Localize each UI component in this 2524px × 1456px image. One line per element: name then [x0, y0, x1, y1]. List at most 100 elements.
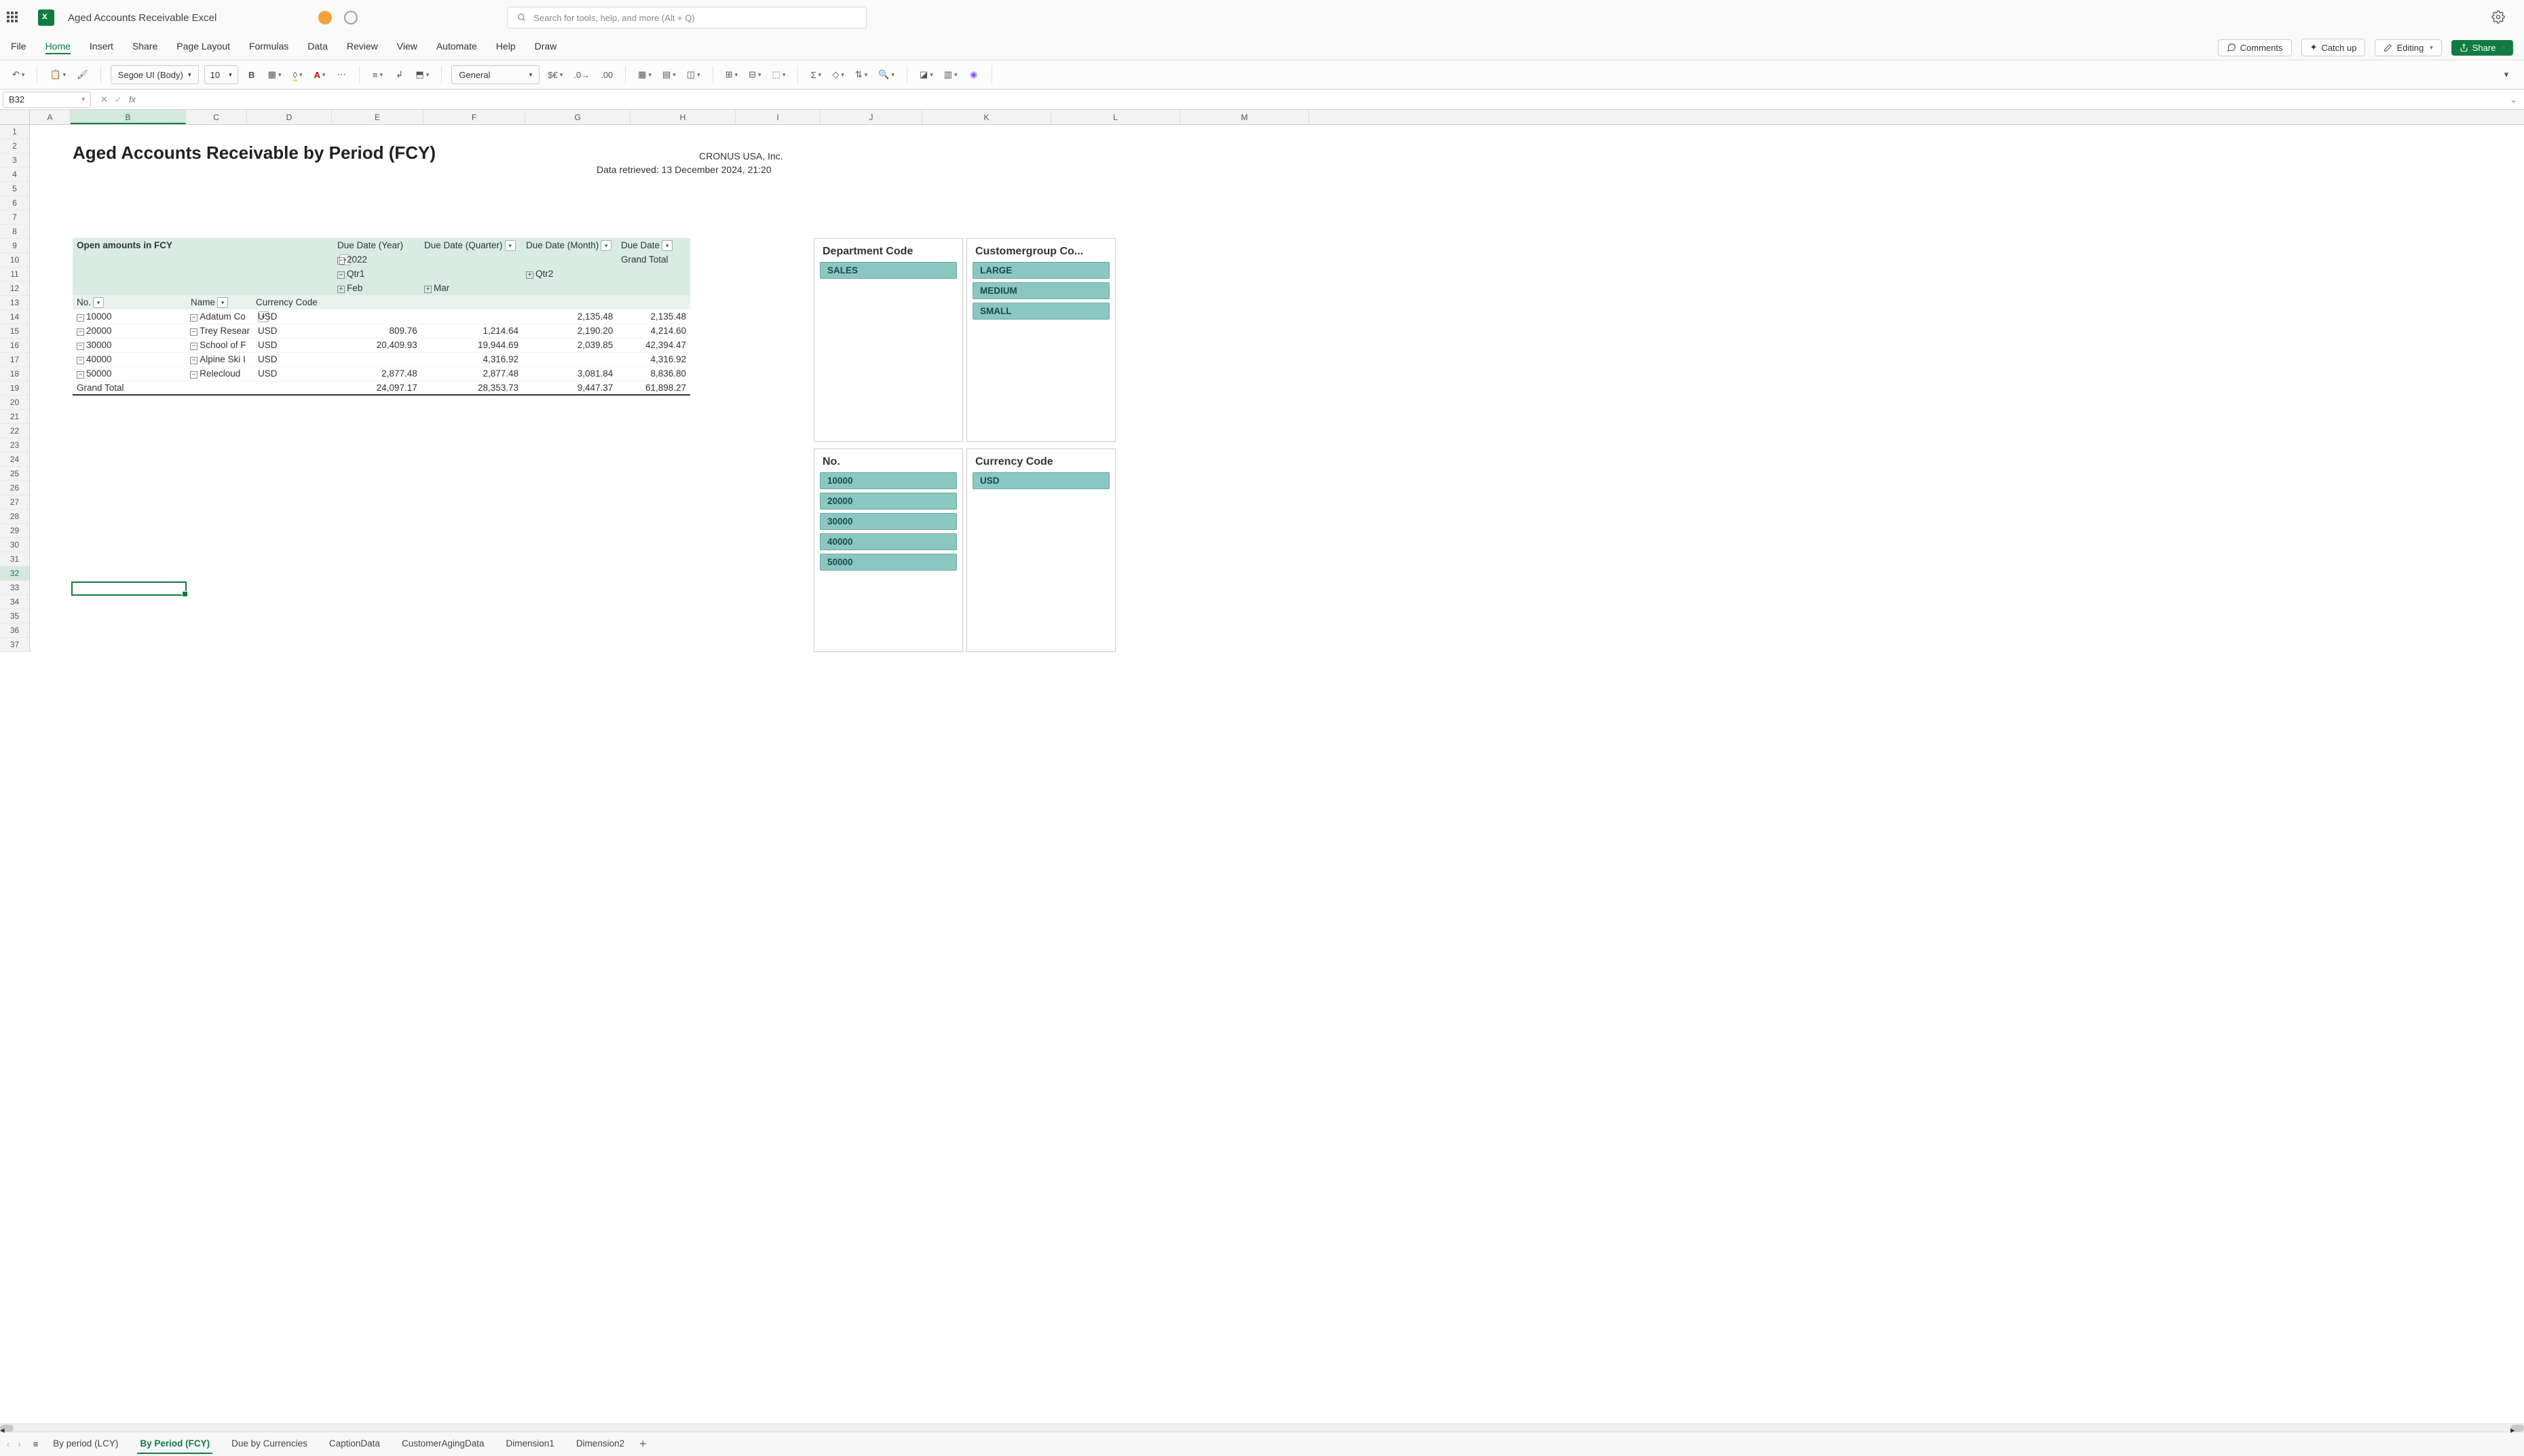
more-font-button[interactable]: ⋯: [333, 65, 350, 84]
row-header[interactable]: 9: [0, 239, 29, 253]
row-header[interactable]: 22: [0, 424, 29, 438]
row-header[interactable]: 26: [0, 481, 29, 495]
app-launcher-icon[interactable]: [7, 12, 19, 24]
menu-tab-review[interactable]: Review: [347, 41, 378, 54]
row-header[interactable]: 14: [0, 310, 29, 324]
row-header[interactable]: 31: [0, 552, 29, 567]
catch-up-button[interactable]: ✦ Catch up: [2301, 39, 2366, 56]
menu-tab-data[interactable]: Data: [307, 41, 328, 54]
align-button[interactable]: ≡: [369, 65, 385, 84]
copilot-button[interactable]: ◉: [966, 65, 982, 84]
bold-button[interactable]: B: [244, 65, 260, 84]
row-header[interactable]: 28: [0, 510, 29, 524]
cancel-formula-icon[interactable]: ✕: [100, 94, 108, 105]
row-header[interactable]: 4: [0, 168, 29, 182]
column-header[interactable]: G: [525, 110, 630, 124]
table-row[interactable]: −20000−Trey ResearUSD809.761,214.642,190…: [73, 324, 690, 338]
increase-decimal-button[interactable]: .0→: [571, 65, 592, 84]
table-row[interactable]: −40000−Alpine Ski IUSD4,316.924,316.92: [73, 352, 690, 366]
undo-button[interactable]: ↶: [10, 65, 27, 84]
menu-tab-home[interactable]: Home: [45, 41, 71, 54]
slicer-item[interactable]: 50000: [820, 554, 957, 571]
decrease-decimal-button[interactable]: .00: [598, 65, 616, 84]
fx-icon[interactable]: fx: [129, 94, 136, 105]
chevron-down-icon[interactable]: ▾: [505, 240, 516, 251]
slicer-department[interactable]: Department Code SALES: [814, 238, 963, 442]
column-header[interactable]: F: [423, 110, 525, 124]
editing-mode-button[interactable]: Editing: [2375, 39, 2441, 56]
column-header[interactable]: A: [30, 110, 71, 124]
chevron-down-icon[interactable]: ▾: [662, 240, 673, 251]
table-row[interactable]: −30000−School of FUSD20,409.9319,944.692…: [73, 338, 690, 352]
row-header[interactable]: 8: [0, 225, 29, 239]
sheet-tab[interactable]: Due by Currencies: [229, 1434, 310, 1454]
row-header[interactable]: 19: [0, 381, 29, 396]
analyze-button[interactable]: ▥: [941, 65, 960, 84]
conditional-format-button[interactable]: ▦: [635, 65, 654, 84]
expand-icon[interactable]: +: [526, 271, 533, 279]
chevron-down-icon[interactable]: ▾: [601, 240, 611, 251]
sheet-tab[interactable]: By period (LCY): [50, 1434, 121, 1454]
slicer-item[interactable]: USD: [973, 472, 1110, 489]
row-header[interactable]: 21: [0, 410, 29, 424]
column-header[interactable]: L: [1051, 110, 1180, 124]
column-header[interactable]: C: [186, 110, 247, 124]
formula-input[interactable]: [145, 92, 2510, 108]
row-header[interactable]: 25: [0, 467, 29, 481]
sheet-tab[interactable]: Dimension2: [573, 1434, 627, 1454]
name-box[interactable]: B32▾: [3, 92, 91, 108]
row-header[interactable]: 29: [0, 524, 29, 538]
accounting-format-button[interactable]: $€: [545, 65, 565, 84]
pivot-year-col[interactable]: Due Date (Year)▾: [333, 238, 420, 252]
sheet-tab[interactable]: CaptionData: [326, 1434, 383, 1454]
find-button[interactable]: 🔍: [875, 65, 897, 84]
sheet-nav-prev-icon[interactable]: ‹: [7, 1439, 10, 1449]
scroll-right-icon[interactable]: ▸: [2510, 1425, 2524, 1432]
slicer-item[interactable]: SMALL: [973, 303, 1110, 320]
row-header[interactable]: 17: [0, 353, 29, 367]
add-sheet-button[interactable]: +: [639, 1437, 647, 1451]
borders-button[interactable]: ▦: [265, 65, 284, 84]
row-header[interactable]: 33: [0, 581, 29, 595]
excel-app-icon[interactable]: [38, 9, 54, 26]
row-header[interactable]: 10: [0, 253, 29, 267]
pivot-month-col[interactable]: Due Date (Month)▾: [522, 238, 617, 252]
row-header[interactable]: 32: [0, 567, 29, 581]
menu-tab-page-layout[interactable]: Page Layout: [176, 41, 230, 54]
select-all-corner[interactable]: [0, 110, 30, 124]
chevron-down-icon[interactable]: ▾: [93, 297, 104, 308]
row-header[interactable]: 3: [0, 153, 29, 168]
menu-tab-file[interactable]: File: [11, 41, 26, 54]
collapse-icon[interactable]: −: [337, 271, 345, 279]
slicer-item[interactable]: 40000: [820, 533, 957, 550]
presence-icon[interactable]: [318, 11, 332, 24]
pivot-due-date-col[interactable]: Due Date▾: [617, 238, 690, 252]
slicer-item[interactable]: LARGE: [973, 262, 1110, 279]
menu-tab-formulas[interactable]: Formulas: [249, 41, 288, 54]
horizontal-scrollbar[interactable]: ◂ ▸: [0, 1423, 2524, 1432]
menu-tab-view[interactable]: View: [397, 41, 417, 54]
row-header[interactable]: 5: [0, 182, 29, 196]
row-header[interactable]: 11: [0, 267, 29, 282]
slicer-customergroup[interactable]: Customergroup Co... LARGEMEDIUMSMALL: [966, 238, 1116, 442]
formula-expand-button[interactable]: ⌄: [2510, 94, 2517, 105]
all-sheets-icon[interactable]: ≡: [33, 1439, 39, 1449]
fill-color-button[interactable]: ◊: [290, 65, 306, 84]
font-color-button[interactable]: A: [312, 65, 328, 84]
sheet-nav-next-icon[interactable]: ›: [18, 1439, 20, 1449]
column-header[interactable]: H: [630, 110, 736, 124]
row-header[interactable]: 24: [0, 453, 29, 467]
column-header[interactable]: M: [1180, 110, 1309, 124]
slicer-item[interactable]: 10000: [820, 472, 957, 489]
wrap-text-button[interactable]: ↲: [391, 65, 407, 84]
slicer-item[interactable]: SALES: [820, 262, 957, 279]
row-header[interactable]: 15: [0, 324, 29, 339]
sheet-tab[interactable]: By Period (FCY): [137, 1434, 212, 1454]
merge-button[interactable]: ⬒: [413, 65, 432, 84]
font-name-select[interactable]: Segoe UI (Body)▾: [111, 65, 199, 84]
sort-filter-button[interactable]: ⇅: [852, 65, 870, 84]
paste-button[interactable]: 📋: [47, 65, 69, 84]
slicer-no[interactable]: No. 1000020000300004000050000: [814, 448, 963, 652]
row-header[interactable]: 37: [0, 638, 29, 652]
row-header[interactable]: 12: [0, 282, 29, 296]
